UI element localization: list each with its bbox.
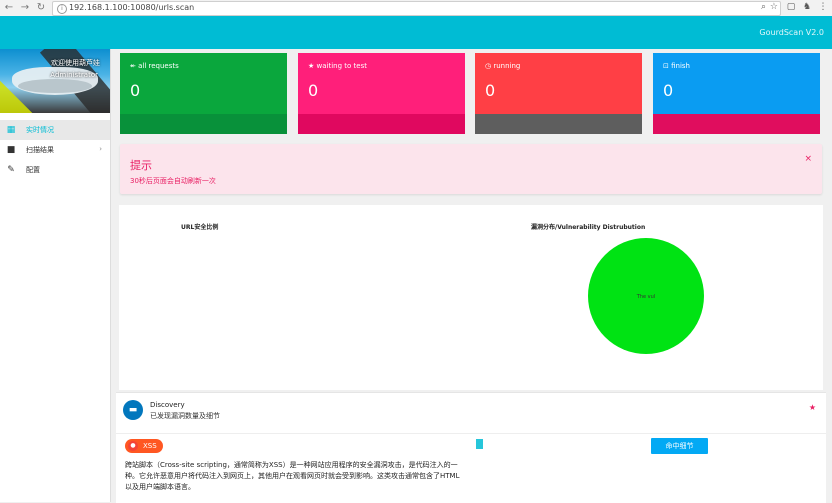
card-running[interactable]: ◷ running 0 bbox=[475, 53, 642, 134]
discovery-subtitle: 已发现漏洞数量及细节 bbox=[150, 412, 220, 420]
card-title: ↞ all requests bbox=[130, 62, 179, 70]
hit-details-button[interactable]: 命中细节 bbox=[651, 438, 708, 454]
sidebar-item-scan-results[interactable]: ■ 扫描结果 › bbox=[0, 140, 110, 160]
divider bbox=[116, 433, 826, 434]
card-title: ◷ running bbox=[485, 62, 521, 70]
card-title: ⊡ finish bbox=[663, 62, 690, 70]
wrench-icon: ✎ bbox=[7, 165, 15, 175]
app-header: GourdScan V2.0 bbox=[0, 16, 832, 49]
sidebar-item-label: 实时情况 bbox=[26, 126, 54, 134]
card-footer bbox=[120, 114, 287, 134]
profile-banner: 欢迎使用葫芦娃 Administrator bbox=[0, 49, 110, 113]
address-bar[interactable]: i 192.168.1.100:10080/urls.scan ⌕ ☆ bbox=[52, 1, 781, 16]
dashboard-icon: ▦ bbox=[6, 125, 16, 135]
xss-tag[interactable]: ● XSS bbox=[125, 439, 163, 453]
scroll-marker bbox=[476, 439, 483, 449]
clock-icon: ◷ bbox=[485, 62, 492, 70]
card-value: 0 bbox=[130, 81, 141, 100]
briefcase-icon: ■ bbox=[6, 145, 16, 155]
card-value: 0 bbox=[663, 81, 674, 100]
alert-message: 30秒后页面会自动刷新一次 bbox=[130, 177, 216, 185]
discovery-card: ▬ Discovery 已发现漏洞数量及细节 ★ ● XSS 命中细节 跨站脚本… bbox=[116, 392, 826, 503]
card-title: ★ waiting to test bbox=[308, 62, 367, 70]
star-icon: ★ bbox=[308, 62, 315, 70]
info-icon[interactable]: i bbox=[57, 4, 67, 14]
card-finish[interactable]: ⊡ finish 0 bbox=[653, 53, 820, 134]
card-all-requests[interactable]: ↞ all requests 0 bbox=[120, 53, 287, 134]
app-version: GourdScan V2.0 bbox=[759, 28, 824, 37]
profile-role: Administrator bbox=[50, 71, 98, 79]
extension-icon[interactable]: ▢ bbox=[784, 1, 798, 14]
card-value: 0 bbox=[308, 81, 319, 100]
bookmark-star-icon[interactable]: ☆ bbox=[770, 2, 778, 12]
browser-toolbar: ← → ↻ i 192.168.1.100:10080/urls.scan ⌕ … bbox=[0, 0, 832, 17]
card-footer bbox=[298, 114, 465, 134]
card-footer bbox=[653, 114, 820, 134]
sidebar-item-realtime[interactable]: ▦ 实时情况 bbox=[0, 120, 110, 140]
banner-cloud-shadow bbox=[18, 79, 92, 93]
xss-tag-label: XSS bbox=[143, 442, 157, 450]
refresh-alert: 提示 30秒后页面会自动刷新一次 × bbox=[120, 144, 822, 194]
list-icon: ↞ bbox=[130, 62, 136, 70]
pie-slice-label: The vul bbox=[636, 294, 655, 300]
xss-description: 跨站脚本（Cross-site scripting，通常简称为XSS）是一种网站… bbox=[125, 461, 460, 491]
card-value: 0 bbox=[485, 81, 496, 100]
url-text: 192.168.1.100:10080/urls.scan bbox=[69, 3, 195, 12]
card-footer bbox=[475, 114, 642, 134]
reload-icon[interactable]: ↻ bbox=[34, 1, 48, 15]
sidebar-item-label: 配置 bbox=[26, 166, 40, 174]
back-icon[interactable]: ← bbox=[2, 1, 16, 15]
lock-icon: ⊡ bbox=[663, 62, 669, 70]
menu-icon[interactable]: ⋮ bbox=[816, 1, 830, 14]
sidebar: 欢迎使用葫芦娃 Administrator ▦ 实时情况 ■ 扫描结果 › ✎ … bbox=[0, 49, 111, 502]
vuln-distribution-pie: The vul bbox=[588, 238, 704, 354]
chevron-right-icon: › bbox=[99, 145, 102, 153]
card-waiting-to-test[interactable]: ★ waiting to test 0 bbox=[298, 53, 465, 134]
alert-title: 提示 bbox=[130, 159, 152, 172]
bug-icon: ● bbox=[128, 441, 138, 451]
sidebar-item-label: 扫描结果 bbox=[26, 146, 54, 154]
folder-icon: ▬ bbox=[123, 400, 143, 420]
star-icon[interactable]: ★ bbox=[809, 403, 816, 412]
zoom-icon[interactable]: ⌕ bbox=[761, 2, 766, 12]
charts-panel: URL安全比例 漏洞分布/Vulnerability Distrubution … bbox=[119, 205, 823, 390]
profile-name: 欢迎使用葫芦娃 bbox=[51, 59, 100, 67]
discovery-title: Discovery bbox=[150, 401, 185, 409]
sidebar-item-config[interactable]: ✎ 配置 bbox=[0, 160, 110, 180]
forward-icon[interactable]: → bbox=[18, 1, 32, 15]
extension-avatar-icon[interactable]: ♞ bbox=[800, 1, 814, 14]
close-icon[interactable]: × bbox=[804, 154, 812, 164]
